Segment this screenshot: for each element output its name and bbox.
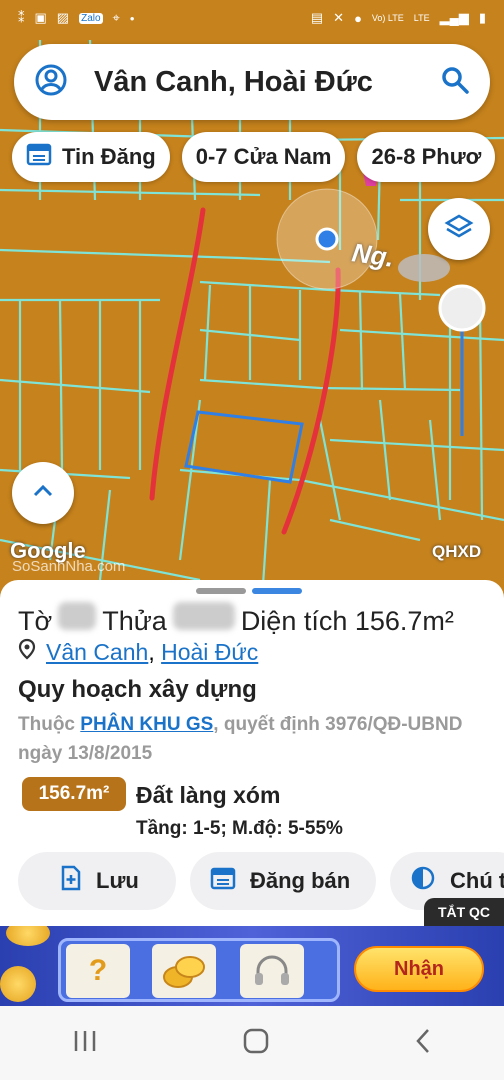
notification-icon: ⁑	[18, 10, 25, 25]
area-badge: 156.7m²	[22, 777, 126, 811]
chip-tin-dang[interactable]: Tin Đăng	[12, 132, 170, 182]
chip-cua-nam[interactable]: 0-7 Cửa Nam	[181, 132, 346, 182]
dot-icon: •	[129, 10, 135, 26]
parcel-title: Tờ Thửa Diện tích 156.7m²	[18, 602, 454, 637]
gallery-icon: ▣	[34, 10, 47, 25]
location-separator: ,	[148, 638, 155, 665]
to-label: Tờ	[18, 606, 53, 636]
back-icon[interactable]	[413, 1027, 433, 1060]
watermark: SoSanhNha.com	[12, 558, 126, 575]
expand-up-button[interactable]	[12, 462, 74, 524]
gps-icon: ●	[354, 10, 362, 26]
layer-code-label: QHXD	[432, 542, 482, 561]
pin-icon	[18, 638, 36, 666]
mute-icon: ✕	[333, 10, 345, 25]
chip-phuong[interactable]: 26-8 Phươ	[357, 132, 496, 182]
search-icon[interactable]	[440, 65, 470, 100]
network-label: Vo) LTE	[371, 13, 404, 23]
battery-icon: ▮	[478, 10, 486, 25]
street-label: Ng.	[350, 237, 396, 273]
location-row: Vân Canh, Hoài Đức	[18, 638, 258, 666]
home-icon[interactable]	[242, 1027, 270, 1060]
ad-banner[interactable]: ? Nhận	[0, 926, 504, 1006]
coin-decoration	[6, 926, 50, 946]
status-right: ▤ ✕ ● Vo) LTE LTE ▂▄▆ ▮	[311, 10, 486, 26]
thua-value-redacted	[172, 602, 235, 630]
plan-desc-prefix: Thuộc	[18, 714, 75, 735]
legend-label: Chú t	[450, 868, 504, 893]
headphones-tile	[240, 944, 304, 998]
plan-description: Thuộc PHÂN KHU GS, quyết định 3976/QĐ-UB…	[18, 710, 488, 768]
land-detail: Tầng: 1-5; M.độ: 5-55%	[136, 818, 343, 839]
network-label-2: LTE	[413, 13, 430, 23]
status-left: ⁑ ▣ ▨ Zalo ⌖ •	[18, 10, 134, 26]
location-icon: ⌖	[112, 10, 120, 25]
system-nav-bar	[0, 1006, 504, 1080]
plan-title: Quy hoạch xây dựng	[18, 676, 257, 703]
coins-tile	[152, 944, 216, 998]
close-ad-button[interactable]: TẮT QC	[424, 898, 504, 926]
contrast-icon	[410, 865, 436, 897]
area-label: Diện tích 156.7m²	[240, 606, 454, 636]
layers-icon	[444, 212, 474, 247]
save-button[interactable]: Lưu	[18, 852, 176, 910]
chip-label: 0-7 Cửa Nam	[195, 144, 332, 169]
ad-claim-button[interactable]: Nhận	[354, 946, 484, 992]
bottom-sheet: Tờ Thửa Diện tích 156.7m² Vân Canh, Hoài…	[0, 580, 504, 930]
save-icon	[60, 865, 82, 897]
sheet-handle[interactable]	[196, 588, 302, 594]
search-title[interactable]: Vân Canh, Hoài Đức	[94, 66, 440, 99]
to-value-redacted	[58, 602, 97, 630]
post-sale-label: Đăng bán	[250, 868, 351, 893]
battery-saver-icon: ▤	[310, 10, 324, 25]
chip-label: 26-8 Phươ	[371, 144, 482, 169]
plan-zone-link[interactable]: PHÂN KHU GS	[80, 714, 213, 735]
commune-link[interactable]: Vân Canh	[46, 639, 148, 665]
thua-label: Thửa	[102, 606, 167, 636]
question-tile: ?	[66, 944, 130, 998]
layers-button[interactable]	[428, 198, 490, 260]
account-icon[interactable]	[34, 63, 68, 102]
chevron-up-icon	[32, 484, 54, 503]
land-type: Đất làng xóm	[136, 782, 281, 808]
chip-label: Tin Đăng	[62, 144, 156, 169]
signal-icon: ▂▄▆	[439, 10, 469, 25]
coin-decoration	[0, 966, 36, 1002]
calendar-icon	[26, 142, 52, 172]
post-sale-button[interactable]: Đăng bán	[190, 852, 376, 910]
save-label: Lưu	[96, 868, 139, 893]
filter-chips: Tin Đăng 0-7 Cửa Nam 26-8 Phươ	[12, 132, 496, 182]
district-link[interactable]: Hoài Đức	[161, 639, 258, 665]
recent-apps-icon[interactable]	[71, 1029, 99, 1058]
status-bar: ⁑ ▣ ▨ Zalo ⌖ • ▤ ✕ ● Vo) LTE LTE ▂▄▆ ▮	[0, 0, 504, 36]
search-bar[interactable]: Vân Canh, Hoài Đức	[14, 44, 490, 120]
calendar-icon	[210, 866, 236, 896]
image-icon: ▨	[56, 10, 70, 25]
zalo-icon: Zalo	[79, 12, 103, 24]
